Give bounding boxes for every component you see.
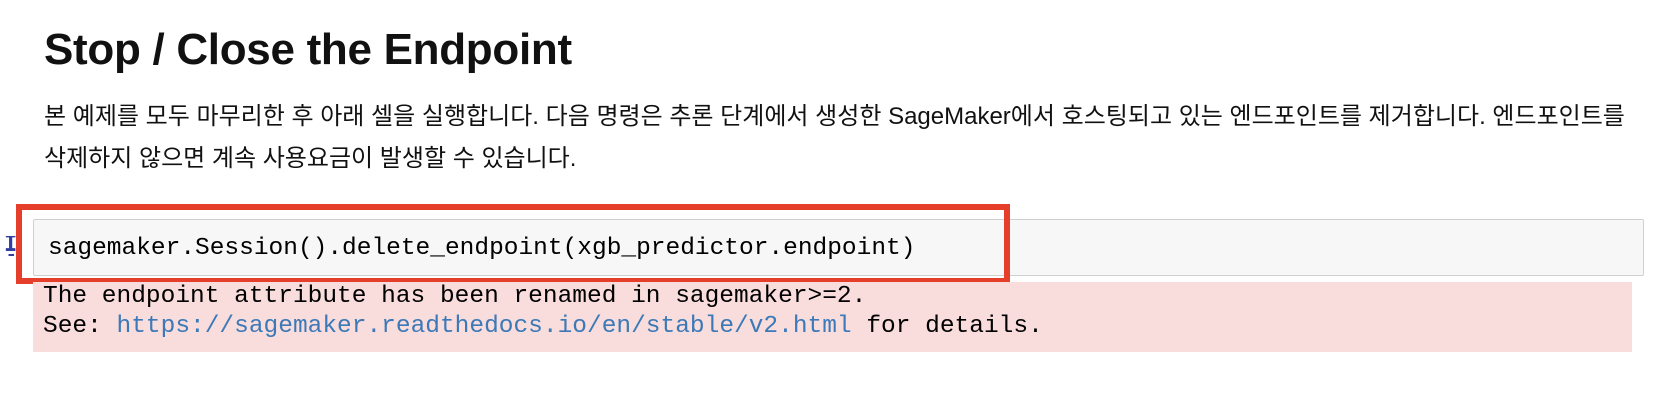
input-prompt-text: In [ ]: xyxy=(4,236,16,256)
markdown-heading: Stop / Close the Endpoint xyxy=(44,25,572,74)
code-source[interactable]: sagemaker.Session().delete_endpoint(xgb_… xyxy=(48,234,915,264)
output-see-label: See: xyxy=(43,313,117,340)
output-details-label: for details. xyxy=(851,313,1043,340)
markdown-description: 본 예제를 모두 마무리한 후 아래 셀을 실행합니다. 다음 명령은 추론 단… xyxy=(44,103,1625,172)
code-cell-input[interactable]: sagemaker.Session().delete_endpoint(xgb_… xyxy=(33,219,1644,276)
output-line-2: See: https://sagemaker.readthedocs.io/en… xyxy=(43,312,1043,342)
input-prompt: In [ ]: xyxy=(0,236,16,256)
docs-link[interactable]: https://sagemaker.readthedocs.io/en/stab… xyxy=(117,313,852,340)
output-line-1: The endpoint attribute has been renamed … xyxy=(43,283,867,310)
code-cell-output: The endpoint attribute has been renamed … xyxy=(33,282,1632,352)
